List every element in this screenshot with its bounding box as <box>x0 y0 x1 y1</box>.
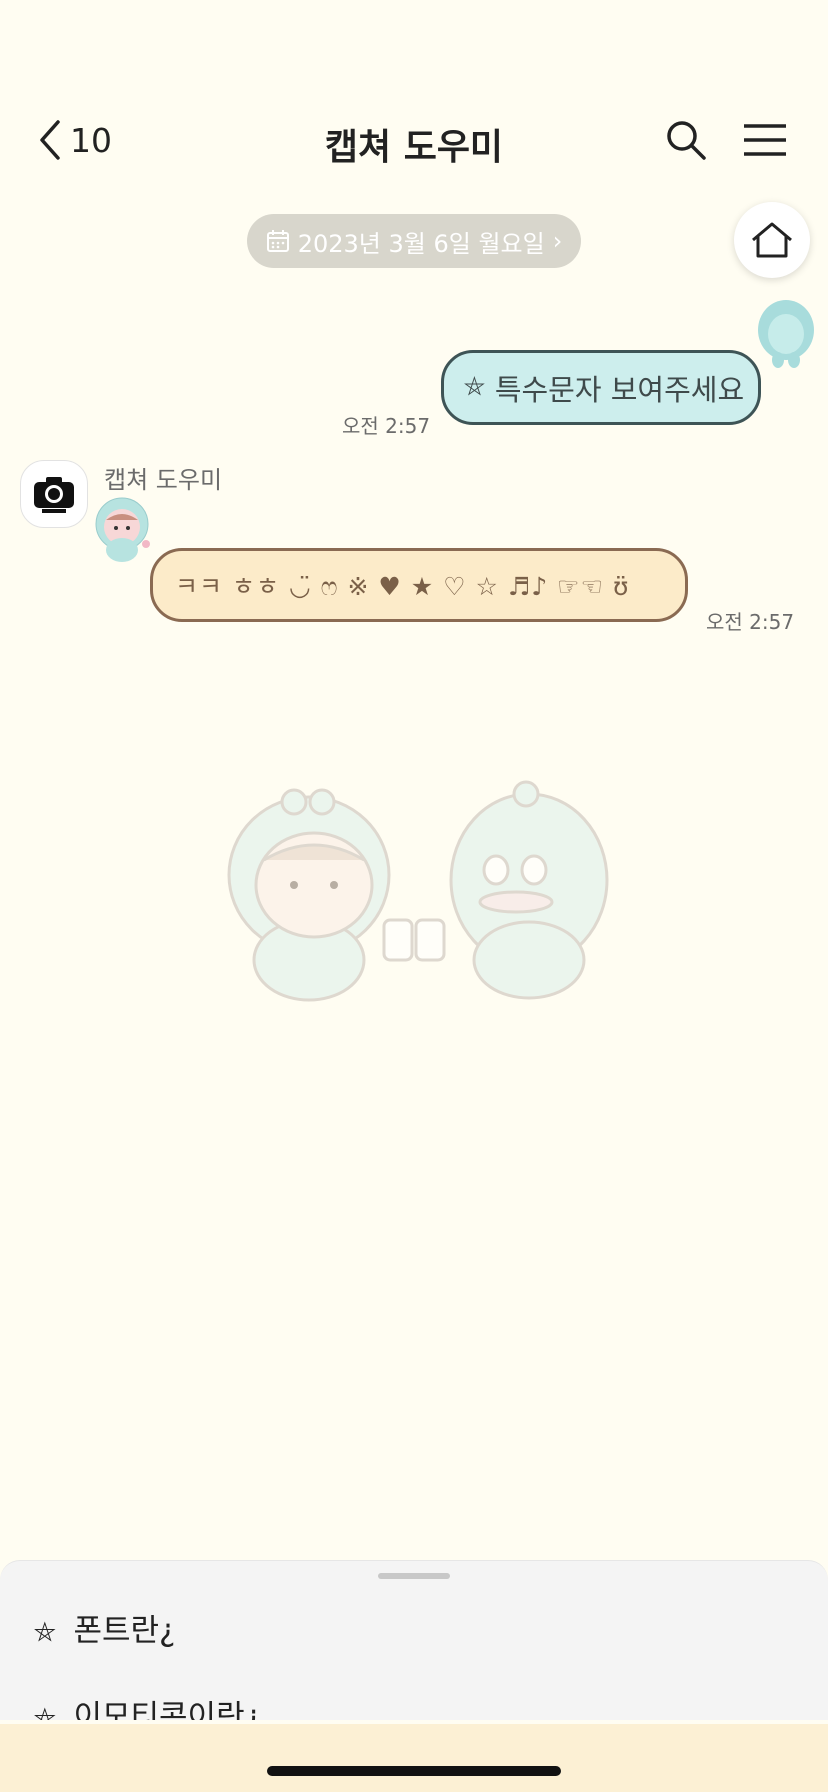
search-icon[interactable] <box>664 118 708 162</box>
home-icon <box>752 222 792 258</box>
bottom-sheet[interactable]: ⛤ 폰트란¿ ⛤ 이모티콘이란¿ <box>0 1560 828 1720</box>
bot-sender-name: 캡쳐 도우미 <box>104 466 223 494</box>
bot-message-text: ㅋㅋ ㅎㅎ ◡̈ ෆ ※ ♥ ★ ♡ ☆ ♬♪ ☞☜ ʊ̈ <box>175 572 630 601</box>
date-divider[interactable]: 2023년 3월 6일 월요일 › <box>247 214 581 268</box>
my-message-text: 특수문자 보여주세요 <box>494 372 745 407</box>
user-sticker-avatar[interactable] <box>756 298 816 370</box>
chevron-right-icon: › <box>552 227 563 255</box>
calendar-icon <box>266 230 289 252</box>
my-message-time: 오전 2:57 <box>342 414 431 438</box>
pentagram-icon: ⛤ <box>464 372 485 402</box>
date-label: 2023년 3월 6일 월요일 <box>297 229 545 258</box>
sheet-item-label: 폰트란¿ <box>73 1613 176 1649</box>
sheet-item-emoticon[interactable]: ⛤ 이모티콘이란¿ <box>34 1691 261 1720</box>
sheet-drag-handle[interactable] <box>378 1573 450 1579</box>
bot-message-bubble[interactable]: ㅋㅋ ㅎㅎ ◡̈ ෆ ※ ♥ ★ ♡ ☆ ♬♪ ☞☜ ʊ̈ <box>150 548 688 622</box>
home-indicator[interactable] <box>267 1766 561 1776</box>
pentagram-icon: ⛤ <box>34 1703 56 1720</box>
chat-header: 10 캡쳐 도우미 <box>0 100 828 180</box>
bot-sticker-character <box>95 497 150 562</box>
sheet-item-label: 이모티콘이란¿ <box>73 1699 262 1720</box>
bot-message-time: 오전 2:57 <box>706 610 795 634</box>
background-mascot-illustration <box>227 780 609 1002</box>
home-indicator-area <box>0 1724 828 1792</box>
sheet-item-font[interactable]: ⛤ 폰트란¿ <box>34 1605 175 1650</box>
camera-icon <box>34 477 74 513</box>
hamburger-menu-icon[interactable] <box>742 118 788 162</box>
home-button[interactable] <box>734 202 810 278</box>
bot-avatar[interactable] <box>20 460 88 528</box>
my-message-bubble[interactable]: ⛤ 특수문자 보여주세요 <box>441 350 761 425</box>
pentagram-icon: ⛤ <box>34 1617 56 1648</box>
